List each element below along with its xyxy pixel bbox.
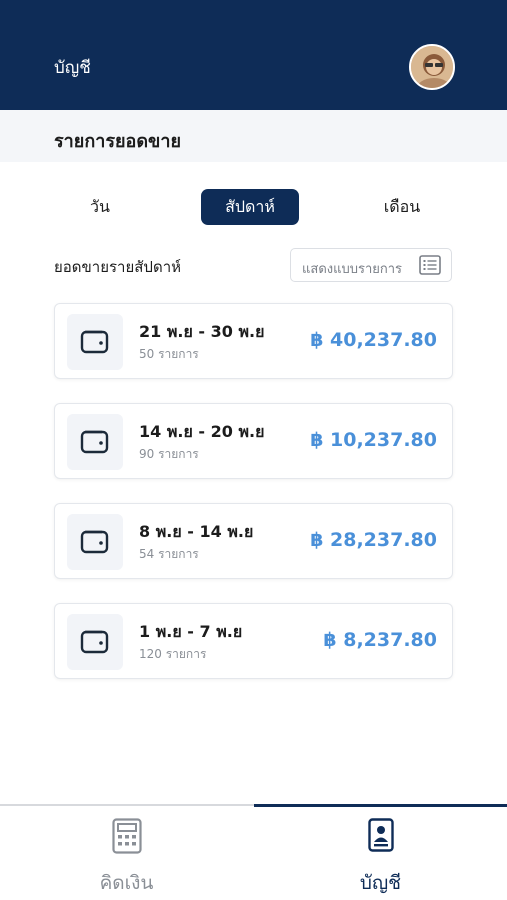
- card-item-count: 120 รายการ: [139, 647, 207, 661]
- period-tabs: วัน สัปดาห์ เดือน: [0, 189, 507, 225]
- sales-card[interactable]: 14 พ.ย - 20 พ.ย 90 รายการ ฿ 10,237.80: [54, 403, 453, 479]
- card-date-range: 21 พ.ย - 30 พ.ย: [139, 322, 265, 341]
- wallet-icon: [67, 414, 123, 470]
- card-item-count: 54 รายการ: [139, 547, 199, 561]
- nav-label-checkout: คิดเงิน: [99, 872, 154, 894]
- list-view-toggle-label: แสดงแบบรายการ: [302, 262, 403, 277]
- card-date-range: 1 พ.ย - 7 พ.ย: [139, 622, 243, 641]
- card-amount: ฿ 40,237.80: [310, 329, 437, 351]
- tab-day[interactable]: วัน: [64, 189, 136, 225]
- nav-label-account: บัญชี: [359, 872, 402, 894]
- avatar[interactable]: [409, 44, 455, 90]
- calculator-icon: [111, 818, 142, 858]
- list-icon: [419, 255, 441, 279]
- card-amount: ฿ 28,237.80: [310, 529, 437, 551]
- page-title: รายการยอดขาย: [54, 131, 182, 152]
- app-header: บัญชี: [0, 0, 507, 110]
- tab-month[interactable]: เดือน: [366, 189, 438, 225]
- sales-card[interactable]: 21 พ.ย - 30 พ.ย 50 รายการ ฿ 40,237.80: [54, 303, 453, 379]
- bottom-nav: คิดเงิน บัญชี: [0, 804, 507, 900]
- wallet-icon: [67, 614, 123, 670]
- tab-week[interactable]: สัปดาห์: [201, 189, 299, 225]
- card-item-count: 90 รายการ: [139, 447, 199, 461]
- header-title: บัญชี: [54, 58, 91, 78]
- sales-card[interactable]: 1 พ.ย - 7 พ.ย 120 รายการ ฿ 8,237.80: [54, 603, 453, 679]
- list-view-toggle[interactable]: แสดงแบบรายการ: [290, 248, 452, 282]
- wallet-icon: [67, 314, 123, 370]
- card-item-count: 50 รายการ: [139, 347, 199, 361]
- card-amount: ฿ 8,237.80: [323, 629, 437, 651]
- nav-item-checkout[interactable]: คิดเงิน: [0, 806, 253, 900]
- card-amount: ฿ 10,237.80: [310, 429, 437, 451]
- card-date-range: 14 พ.ย - 20 พ.ย: [139, 422, 265, 441]
- sales-card[interactable]: 8 พ.ย - 14 พ.ย 54 รายการ ฿ 28,237.80: [54, 503, 453, 579]
- id-card-icon: [367, 818, 394, 856]
- card-date-range: 8 พ.ย - 14 พ.ย: [139, 522, 254, 541]
- nav-item-account[interactable]: บัญชี: [254, 806, 507, 900]
- avatar-image: [411, 46, 453, 88]
- wallet-icon: [67, 514, 123, 570]
- section-label: ยอดขายรายสัปดาห์: [54, 258, 182, 276]
